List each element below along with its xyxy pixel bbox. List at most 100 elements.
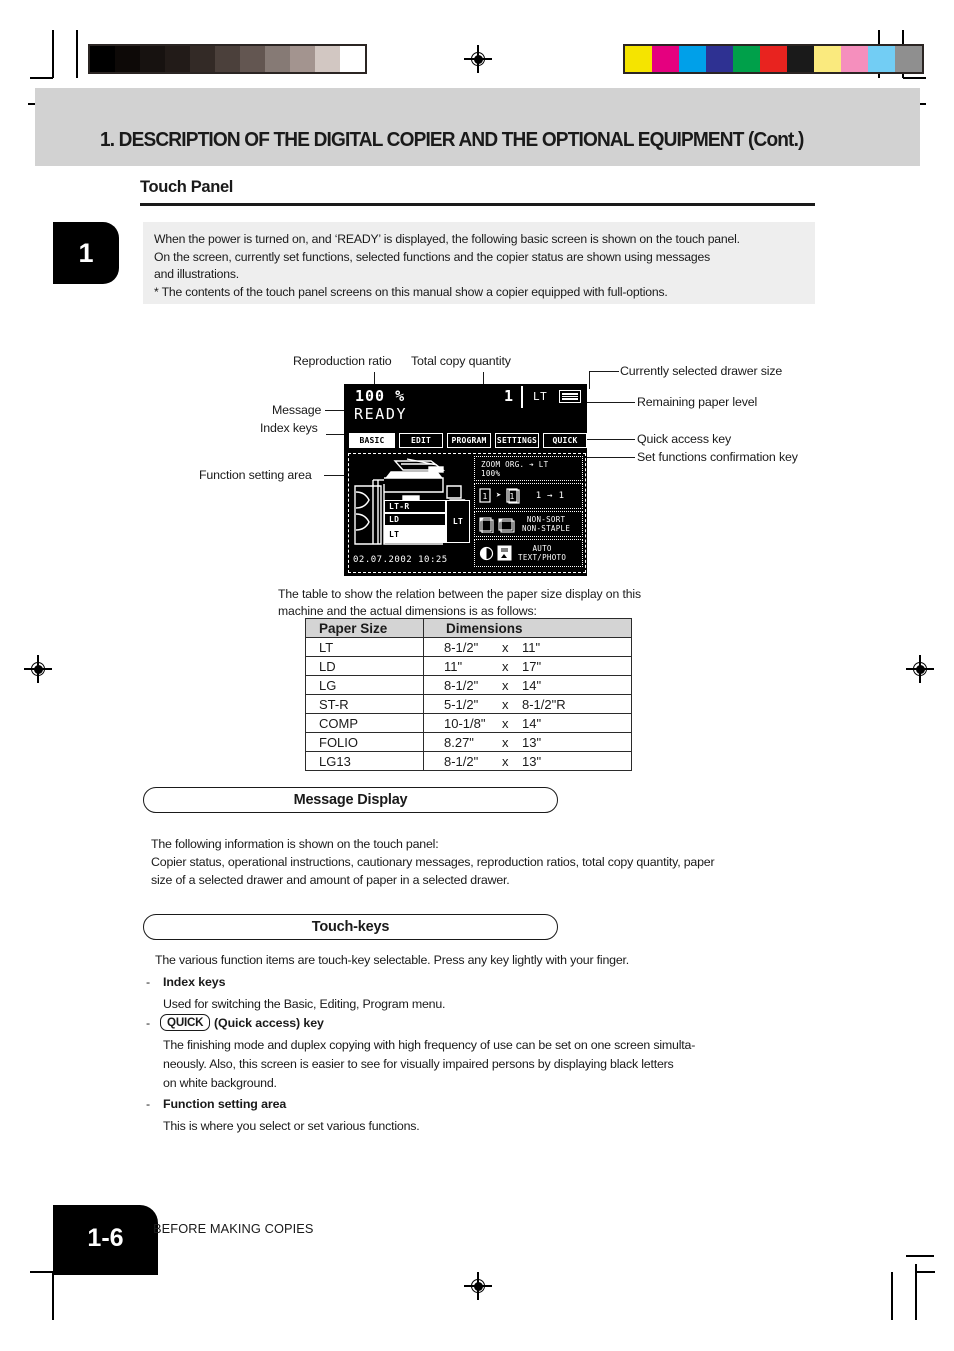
bullet-dash-2: -: [146, 1016, 151, 1030]
chapter-tab: 1: [53, 222, 119, 284]
callout-message: Message: [272, 403, 322, 417]
function-key-image-mode[interactable]: AUTO TEXT/PHOTO: [474, 539, 583, 567]
calibration-swatch-8: [841, 46, 868, 72]
crop-mark-top-left-inner: [76, 30, 78, 78]
image-mode-line1: AUTO: [532, 544, 552, 553]
cell-paper-size: COMP: [305, 713, 424, 733]
callout-remaining-paper-level: Remaining paper level: [637, 395, 758, 409]
quick-access-line-3: on white background.: [163, 1076, 277, 1090]
function-setting-area-description: This is where you select or set various …: [163, 1119, 420, 1133]
cell-dimensions: 5-1/2" x 8-1/2"R: [423, 694, 632, 714]
function-key-duplex-label: 1 → 1: [535, 490, 565, 501]
index-key-settings[interactable]: SETTINGS: [495, 433, 539, 448]
bullet-dash-3: -: [146, 1097, 151, 1111]
text-photo-document-icon: [497, 545, 512, 561]
crop-mark-bottom-right-horizontal-a: [906, 1255, 934, 1257]
intro-line-1: When the power is turned on, and ‘READY’…: [154, 232, 740, 246]
crop-mark-top-left-vertical: [52, 30, 54, 78]
lcd-clock: 02.07.2002 10:25: [353, 555, 448, 565]
subhead-function-setting-area: Function setting area: [163, 1097, 287, 1111]
crop-mark-bottom-right-horizontal-b: [915, 1271, 935, 1273]
arrow-right-icon: ➤: [496, 490, 502, 501]
intro-line-2: On the screen, currently set functions, …: [154, 249, 711, 264]
svg-text:1: 1: [509, 492, 514, 501]
callout-quick-access-key: Quick access key: [637, 432, 732, 446]
calibration-swatch-6: [787, 46, 814, 72]
function-key-finishing[interactable]: NON-SORT NON-STAPLE: [474, 511, 583, 537]
function-key-zoom-line2: 100%: [481, 468, 501, 478]
function-setting-area[interactable]: LT-R LD LT LT 02.07.2002 10:25 ZOOM ORG.…: [348, 453, 586, 573]
cell-paper-size: LG13: [305, 751, 424, 771]
message-display-line-3: size of a selected drawer and amount of …: [151, 873, 510, 887]
table-header-row: Paper Size Dimensions: [305, 618, 632, 638]
calibration-swatch-4: [190, 46, 215, 72]
quick-access-line-1: The finishing mode and duplex copying wi…: [163, 1038, 696, 1052]
remaining-paper-level-icon: [559, 390, 581, 403]
function-key-duplex[interactable]: 1 ➤ 1 1 → 1: [474, 483, 583, 509]
calibration-swatch-1: [652, 46, 679, 72]
leader-drawer-size-vertical: [589, 371, 591, 389]
status-divider: [521, 386, 523, 408]
running-head: BEFORE MAKING COPIES: [153, 1221, 314, 1236]
intro-callout-box: When the power is turned on, and ‘READY’…: [143, 222, 815, 304]
table-row: LG 8-1/2" x 14": [305, 675, 632, 695]
paper-table-intro-text: The table to show the relation between t…: [278, 587, 642, 618]
callout-total-copy-quantity: Total copy quantity: [411, 354, 511, 368]
function-keys-column[interactable]: ZOOM ORG. ➔ LT 100% 1 ➤ 1 1 → 1 NON-SORT…: [472, 454, 585, 572]
color-calibration-strip: [623, 44, 924, 74]
index-keys-row[interactable]: BASIC EDIT PROGRAM SETTINGS QUICK: [349, 433, 587, 448]
cell-paper-size: FOLIO: [305, 732, 424, 752]
function-key-image-mode-label: AUTO TEXT/PHOTO: [518, 544, 566, 562]
calibration-swatch-5: [215, 46, 240, 72]
index-key-quick[interactable]: QUICK: [543, 433, 587, 448]
calibration-swatch-1: [115, 46, 140, 72]
cell-dimensions: 11" x 17": [423, 656, 632, 676]
function-key-zoom[interactable]: ZOOM ORG. ➔ LT 100%: [474, 456, 583, 481]
crop-mark-top-left-horizontal: [30, 77, 53, 79]
cell-dimensions: 8-1/2" x 11": [423, 637, 632, 657]
subhead-quick-access-key: (Quick access) key: [214, 1016, 324, 1030]
callout-reproduction-ratio: Reproduction ratio: [293, 354, 392, 368]
page-number-tab: 1-6: [53, 1205, 158, 1275]
drawer-row-ld[interactable]: LD: [384, 513, 446, 526]
density-contrast-icon: [479, 546, 494, 560]
registration-mark-top-center: [464, 45, 492, 73]
leader-drawer-size-horizontal: [589, 371, 619, 373]
grayscale-calibration-strip: [88, 44, 367, 74]
crop-mark-bottom-right-vertical: [891, 1272, 893, 1320]
calibration-swatch-3: [706, 46, 733, 72]
drawer-row-lt-r[interactable]: LT-R: [384, 500, 446, 513]
table-row: FOLIO 8.27" x 13": [305, 732, 632, 752]
chapter-header-band: [35, 88, 920, 166]
cell-dimensions: 8-1/2" x 13": [423, 751, 632, 771]
crop-mark-bottom-left-vertical: [52, 1272, 54, 1320]
index-key-edit[interactable]: EDIT: [399, 433, 443, 448]
intro-line-4: * The contents of the touch panel screen…: [154, 284, 668, 299]
cell-dimensions: 8.27" x 13": [423, 732, 632, 752]
index-key-basic[interactable]: BASIC: [349, 433, 395, 448]
crop-mark-bottom-left-horizontal: [30, 1271, 53, 1273]
intro-line-3: and illustrations.: [154, 267, 240, 282]
calibration-swatch-2: [679, 46, 706, 72]
callout-index-keys: Index keys: [260, 421, 318, 435]
section-heading-rule: [140, 203, 815, 207]
drawer-row-lt-selected[interactable]: LT: [384, 526, 446, 543]
quick-key-chip[interactable]: QUICK: [160, 1014, 211, 1031]
drawer-bypass-lt[interactable]: LT: [446, 500, 470, 543]
cell-dimensions: 10-1/8" x 14": [423, 713, 632, 733]
quick-access-line-2: neously. Also, this screen is easier to …: [163, 1057, 674, 1071]
cell-paper-size: LG: [305, 675, 424, 695]
index-keys-description: Used for switching the Basic, Editing, P…: [163, 997, 446, 1011]
duplex-page-icon: 1: [506, 488, 520, 504]
calibration-swatch-6: [240, 46, 265, 72]
image-mode-line2: TEXT/PHOTO: [518, 553, 567, 562]
index-key-program[interactable]: PROGRAM: [447, 433, 491, 448]
calibration-swatch-5: [760, 46, 787, 72]
copier-status-illustration: LT-R LD LT LT 02.07.2002 10:25: [349, 454, 472, 572]
callout-set-functions-confirmation-key: Set functions confirmation key: [637, 450, 798, 464]
leader-message: [325, 410, 345, 412]
calibration-swatch-3: [165, 46, 190, 72]
paper-size-table: Paper Size Dimensions LT 8-1/2" x 11" LD 11" x…: [305, 618, 632, 771]
calibration-swatch-8: [290, 46, 315, 72]
calibration-swatch-2: [140, 46, 165, 72]
